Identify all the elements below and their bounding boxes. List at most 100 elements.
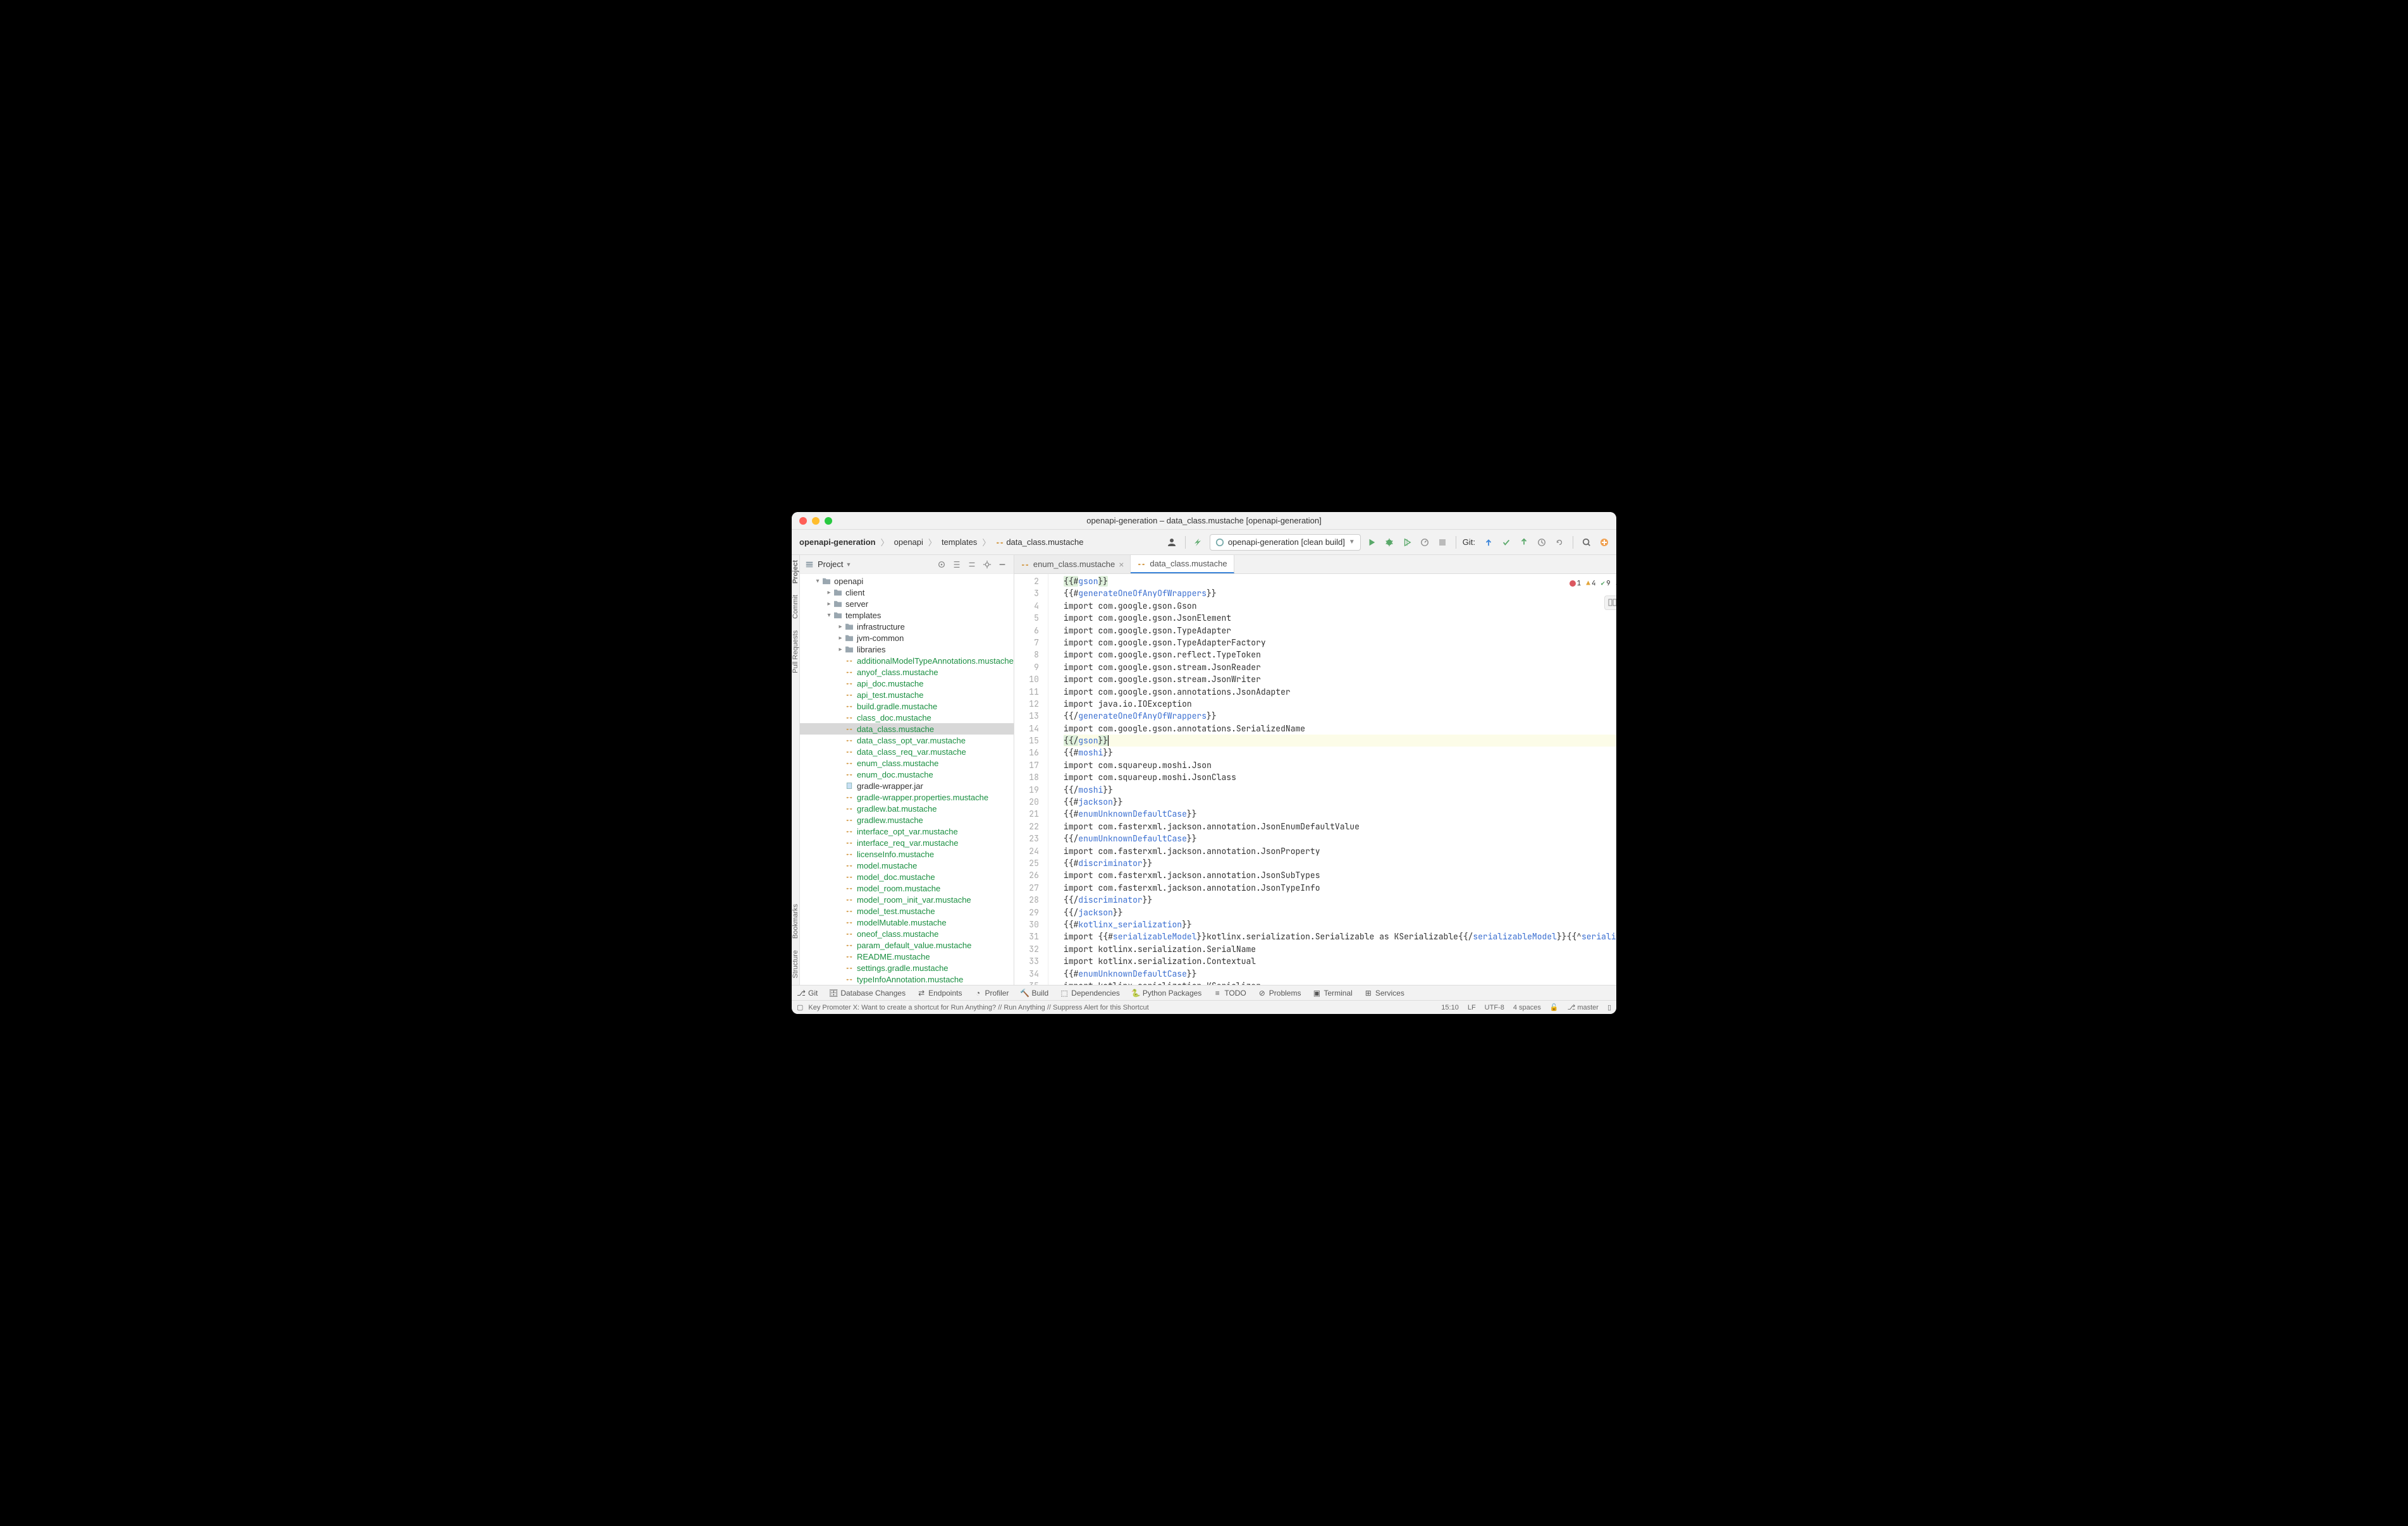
project-view-selector[interactable]: Project ▼ — [818, 559, 851, 569]
tree-row[interactable]: build.gradle.mustache — [800, 700, 1014, 712]
tree-row[interactable]: model_doc.mustache — [800, 871, 1014, 882]
tree-row[interactable]: ▾templates — [800, 609, 1014, 621]
tree-row[interactable]: anyof_class.mustache — [800, 666, 1014, 678]
search-everywhere-icon[interactable] — [1580, 535, 1594, 549]
git-push-icon[interactable] — [1517, 535, 1531, 549]
git-branch[interactable]: ⎇ master — [1568, 1003, 1599, 1011]
tool-button-services[interactable]: ⊞Services — [1364, 989, 1404, 998]
profiler-button[interactable] — [1418, 535, 1432, 549]
run-configuration-selector[interactable]: openapi-generation [clean build] ▼ — [1210, 534, 1361, 551]
tree-row[interactable]: ▸server — [800, 598, 1014, 609]
tool-button-project[interactable]: Project — [792, 560, 799, 583]
debug-button[interactable] — [1382, 535, 1396, 549]
tool-button-commit[interactable]: Commit — [792, 595, 799, 619]
close-tab-icon[interactable]: × — [1119, 559, 1124, 570]
hide-icon[interactable] — [996, 558, 1009, 571]
tree-row[interactable]: modelMutable.mustache — [800, 917, 1014, 928]
tree-row[interactable]: param_default_value.mustache — [800, 939, 1014, 951]
maximize-window-button[interactable] — [825, 517, 832, 525]
editor-tab[interactable]: enum_class.mustache × — [1014, 555, 1131, 573]
tree-row[interactable]: gradle-wrapper.jar — [800, 780, 1014, 791]
collapse-all-icon[interactable] — [966, 558, 978, 571]
inspections-widget[interactable]: 1 ▲4 ✔9 ˄˅ — [1566, 578, 1616, 589]
stop-button[interactable] — [1435, 535, 1449, 549]
git-rollback-icon[interactable] — [1552, 535, 1566, 549]
breadcrumbs[interactable]: openapi-generation 〉 openapi 〉 templates… — [797, 536, 1086, 549]
git-update-icon[interactable] — [1482, 535, 1496, 549]
ide-settings-icon[interactable] — [1597, 535, 1611, 549]
tree-row[interactable]: additionalModelTypeAnnotations.mustache — [800, 655, 1014, 666]
indent[interactable]: 4 spaces — [1513, 1004, 1541, 1011]
reader-mode-actions[interactable]: × — [1604, 595, 1616, 610]
tool-button-dbchanges[interactable]: 🗄Database Changes — [829, 989, 906, 998]
tree-row[interactable]: model.mustache — [800, 860, 1014, 871]
settings-icon[interactable] — [981, 558, 993, 571]
readonly-icon[interactable]: 🔓 — [1550, 1003, 1559, 1011]
run-button[interactable] — [1365, 535, 1379, 549]
code-area[interactable]: {{#gson}}{{#generateOneOfAnyOfWrappers}}… — [1048, 574, 1616, 985]
tree-row[interactable]: api_test.mustache — [800, 689, 1014, 700]
weak-count[interactable]: ✔9 — [1600, 579, 1610, 588]
tool-button-dependencies[interactable]: ⬚Dependencies — [1060, 989, 1120, 998]
gutter[interactable]: 2345678910111213141516171819202122232425… — [1014, 574, 1048, 985]
tree-row[interactable]: ▸jvm-common — [800, 632, 1014, 644]
breadcrumb-item[interactable]: templates — [939, 536, 980, 548]
tool-button-profiler[interactable]: ◔Profiler — [973, 989, 1009, 998]
editor-tab[interactable]: data_class.mustache — [1131, 555, 1234, 573]
git-history-icon[interactable] — [1535, 535, 1549, 549]
tree-row[interactable]: README.mustache — [800, 951, 1014, 962]
breadcrumb-item[interactable]: openapi — [892, 536, 926, 548]
memory-indicator[interactable]: ▯ — [1607, 1003, 1611, 1011]
tree-row[interactable]: gradlew.bat.mustache — [800, 803, 1014, 814]
tree-row[interactable]: data_class.mustache — [800, 723, 1014, 735]
tree-row[interactable]: settings.gradle.mustache — [800, 962, 1014, 974]
build-icon[interactable] — [1192, 535, 1206, 549]
breadcrumb-item[interactable]: openapi-generation — [797, 536, 878, 548]
tool-button-structure[interactable]: Structure — [792, 950, 799, 979]
tool-button-build[interactable]: 🔨Build — [1020, 989, 1048, 998]
minimize-window-button[interactable] — [812, 517, 820, 525]
tree-row[interactable]: ▾openapi — [800, 575, 1014, 587]
tree-row[interactable]: class_doc.mustache — [800, 712, 1014, 723]
tree-row[interactable]: ▸libraries — [800, 644, 1014, 655]
tree-row[interactable]: interface_opt_var.mustache — [800, 826, 1014, 837]
tree-row[interactable]: ▸client — [800, 587, 1014, 598]
tool-button-problems[interactable]: ⊘Problems — [1258, 989, 1301, 998]
tree-row[interactable]: enum_class.mustache — [800, 757, 1014, 769]
errors-count[interactable]: 1 — [1570, 579, 1582, 588]
tree-row[interactable]: typeInfoAnnotation.mustache — [800, 974, 1014, 985]
tree-row[interactable]: gradlew.mustache — [800, 814, 1014, 826]
expand-all-icon[interactable] — [950, 558, 963, 571]
tree-row[interactable]: enum_doc.mustache — [800, 769, 1014, 780]
tool-windows-icon[interactable]: ▢ — [797, 1003, 803, 1011]
caret-position[interactable]: 15:10 — [1441, 1004, 1459, 1011]
tool-button-bookmarks[interactable]: Bookmarks — [792, 904, 799, 939]
git-commit-icon[interactable] — [1499, 535, 1513, 549]
tool-button-pypackages[interactable]: 🐍Python Packages — [1131, 989, 1201, 998]
close-window-button[interactable] — [799, 517, 807, 525]
tool-button-git-bottom[interactable]: ⎇Git — [797, 989, 818, 998]
select-opened-file-icon[interactable] — [935, 558, 948, 571]
tree-row[interactable]: model_room.mustache — [800, 882, 1014, 894]
editor[interactable]: 2345678910111213141516171819202122232425… — [1014, 574, 1616, 985]
tree-row[interactable]: oneof_class.mustache — [800, 928, 1014, 939]
tree-row[interactable]: model_test.mustache — [800, 905, 1014, 917]
warnings-count[interactable]: ▲4 — [1586, 579, 1595, 588]
run-with-coverage-button[interactable] — [1400, 535, 1414, 549]
tool-button-terminal[interactable]: ▣Terminal — [1312, 989, 1352, 998]
tool-button-pullrequests[interactable]: Pull Requests — [792, 630, 799, 673]
tree-row[interactable]: ▸infrastructure — [800, 621, 1014, 632]
tree-row[interactable]: interface_req_var.mustache — [800, 837, 1014, 848]
tool-button-todo[interactable]: ≡TODO — [1213, 989, 1246, 998]
reader-mode-icon[interactable] — [1607, 597, 1616, 607]
project-tree[interactable]: ▾openapi▸client▸server▾templates▸infrast… — [800, 574, 1014, 985]
tree-row[interactable]: gradle-wrapper.properties.mustache — [800, 791, 1014, 803]
tree-row[interactable]: model_room_init_var.mustache — [800, 894, 1014, 905]
tree-row[interactable]: licenseInfo.mustache — [800, 848, 1014, 860]
encoding[interactable]: UTF-8 — [1485, 1004, 1504, 1011]
breadcrumb-item[interactable]: data_class.mustache — [993, 536, 1086, 549]
tool-button-endpoints[interactable]: ⇄Endpoints — [917, 989, 962, 998]
code-with-me-icon[interactable] — [1165, 535, 1179, 549]
status-message[interactable]: Key Promoter X: Want to create a shortcu… — [808, 1004, 1148, 1011]
editor-tabs-menu-icon[interactable]: ⋮ — [1615, 555, 1616, 573]
